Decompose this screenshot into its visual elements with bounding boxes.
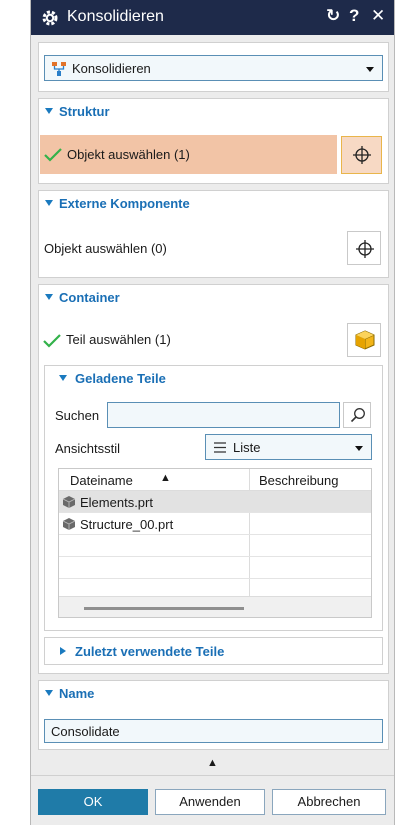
externe-title: Externe Komponente	[59, 196, 190, 211]
externe-section: Externe Komponente Objekt auswählen (0)	[38, 190, 389, 278]
horizontal-scrollbar[interactable]	[59, 596, 371, 617]
view-style-label: Ansichtsstil	[55, 441, 121, 456]
container-title: Container	[59, 290, 120, 305]
column-header-description[interactable]: Beschreibung	[259, 473, 339, 488]
select-object-button[interactable]	[347, 231, 381, 265]
externe-select-label: Objekt auswählen (0)	[44, 241, 167, 256]
view-style-dropdown[interactable]: Liste	[205, 434, 372, 460]
type-section: Konsolidieren	[38, 42, 389, 92]
name-input[interactable]: Consolidate	[44, 719, 383, 743]
close-icon[interactable]: ✕	[371, 6, 385, 26]
struktur-section: Struktur Objekt auswählen (1)	[38, 98, 389, 184]
cancel-button[interactable]: Abbrechen	[272, 789, 386, 815]
crosshair-icon	[356, 240, 374, 258]
footer-divider	[31, 775, 394, 776]
collapse-more-icon[interactable]: ▲	[207, 757, 218, 769]
assembly-tree-icon	[52, 62, 66, 76]
container-section: Container Teil auswählen (1) Geladene Te…	[38, 284, 389, 674]
scrollbar-thumb[interactable]	[84, 607, 244, 610]
search-input[interactable]	[107, 402, 340, 428]
checkmark-icon	[43, 334, 61, 348]
view-style-value: Liste	[233, 440, 261, 455]
name-header[interactable]: Name	[39, 681, 388, 707]
help-icon[interactable]: ?	[349, 6, 359, 26]
recent-parts-title: Zuletzt verwendete Teile	[75, 644, 225, 659]
expand-triangle-icon	[45, 108, 53, 114]
cube-icon	[355, 330, 375, 350]
expand-triangle-icon	[45, 294, 53, 300]
expand-triangle-icon	[45, 200, 53, 206]
container-header[interactable]: Container	[39, 285, 388, 311]
recent-parts-group[interactable]: Zuletzt verwendete Teile	[44, 637, 383, 665]
select-part-button[interactable]	[347, 323, 381, 357]
column-header-filename[interactable]: Dateiname	[70, 473, 133, 488]
collapse-triangle-icon	[60, 647, 66, 655]
table-header: Dateiname ▲ Beschreibung	[59, 469, 371, 491]
geladene-teile-header[interactable]: Geladene Teile	[45, 366, 382, 392]
gear-icon	[42, 10, 58, 26]
chevron-down-icon	[355, 446, 363, 451]
consolidate-dialog: Konsolidieren ↻ ? ✕ Konsolidieren Strukt…	[30, 0, 395, 825]
table-row-empty	[59, 557, 371, 579]
sort-ascending-icon[interactable]: ▲	[160, 472, 171, 484]
expand-triangle-icon	[59, 375, 67, 381]
part-file-icon	[62, 496, 76, 508]
chevron-down-icon	[366, 67, 374, 72]
title-bar[interactable]: Konsolidieren ↻ ? ✕	[31, 0, 394, 35]
row-filename: Structure_00.prt	[80, 517, 174, 532]
table-row-empty	[59, 535, 371, 557]
type-dropdown[interactable]: Konsolidieren	[44, 55, 383, 81]
loaded-parts-table: Dateiname ▲ Beschreibung Elements.prt St…	[58, 468, 372, 618]
name-section: Name Consolidate	[38, 680, 389, 750]
reset-icon[interactable]: ↻	[326, 6, 340, 26]
geladene-teile-title: Geladene Teile	[75, 371, 166, 386]
name-input-value: Consolidate	[51, 724, 120, 739]
container-select-label: Teil auswählen (1)	[66, 332, 171, 347]
apply-button[interactable]: Anwenden	[155, 789, 265, 815]
externe-header[interactable]: Externe Komponente	[39, 191, 388, 217]
list-icon	[214, 442, 226, 453]
struktur-select-label: Objekt auswählen (1)	[67, 147, 190, 162]
struktur-title: Struktur	[59, 104, 110, 119]
dialog-title: Konsolidieren	[67, 8, 164, 25]
ok-button[interactable]: OK	[38, 789, 148, 815]
table-row[interactable]: Elements.prt	[59, 491, 371, 513]
search-icon	[350, 408, 365, 423]
select-object-button[interactable]	[341, 136, 382, 174]
search-label: Suchen	[55, 408, 100, 423]
row-filename: Elements.prt	[80, 495, 153, 510]
search-button[interactable]	[343, 402, 371, 428]
type-dropdown-value: Konsolidieren	[72, 61, 151, 76]
struktur-selection-row[interactable]: Objekt auswählen (1)	[40, 135, 337, 174]
expand-triangle-icon	[45, 690, 53, 696]
struktur-header[interactable]: Struktur	[39, 99, 388, 125]
geladene-teile-group: Geladene Teile Suchen Ansichtsstil Liste	[44, 365, 383, 631]
checkmark-icon	[44, 148, 62, 162]
part-file-icon	[62, 518, 76, 530]
crosshair-icon	[353, 146, 371, 164]
name-title: Name	[59, 686, 95, 701]
table-row[interactable]: Structure_00.prt	[59, 513, 371, 535]
